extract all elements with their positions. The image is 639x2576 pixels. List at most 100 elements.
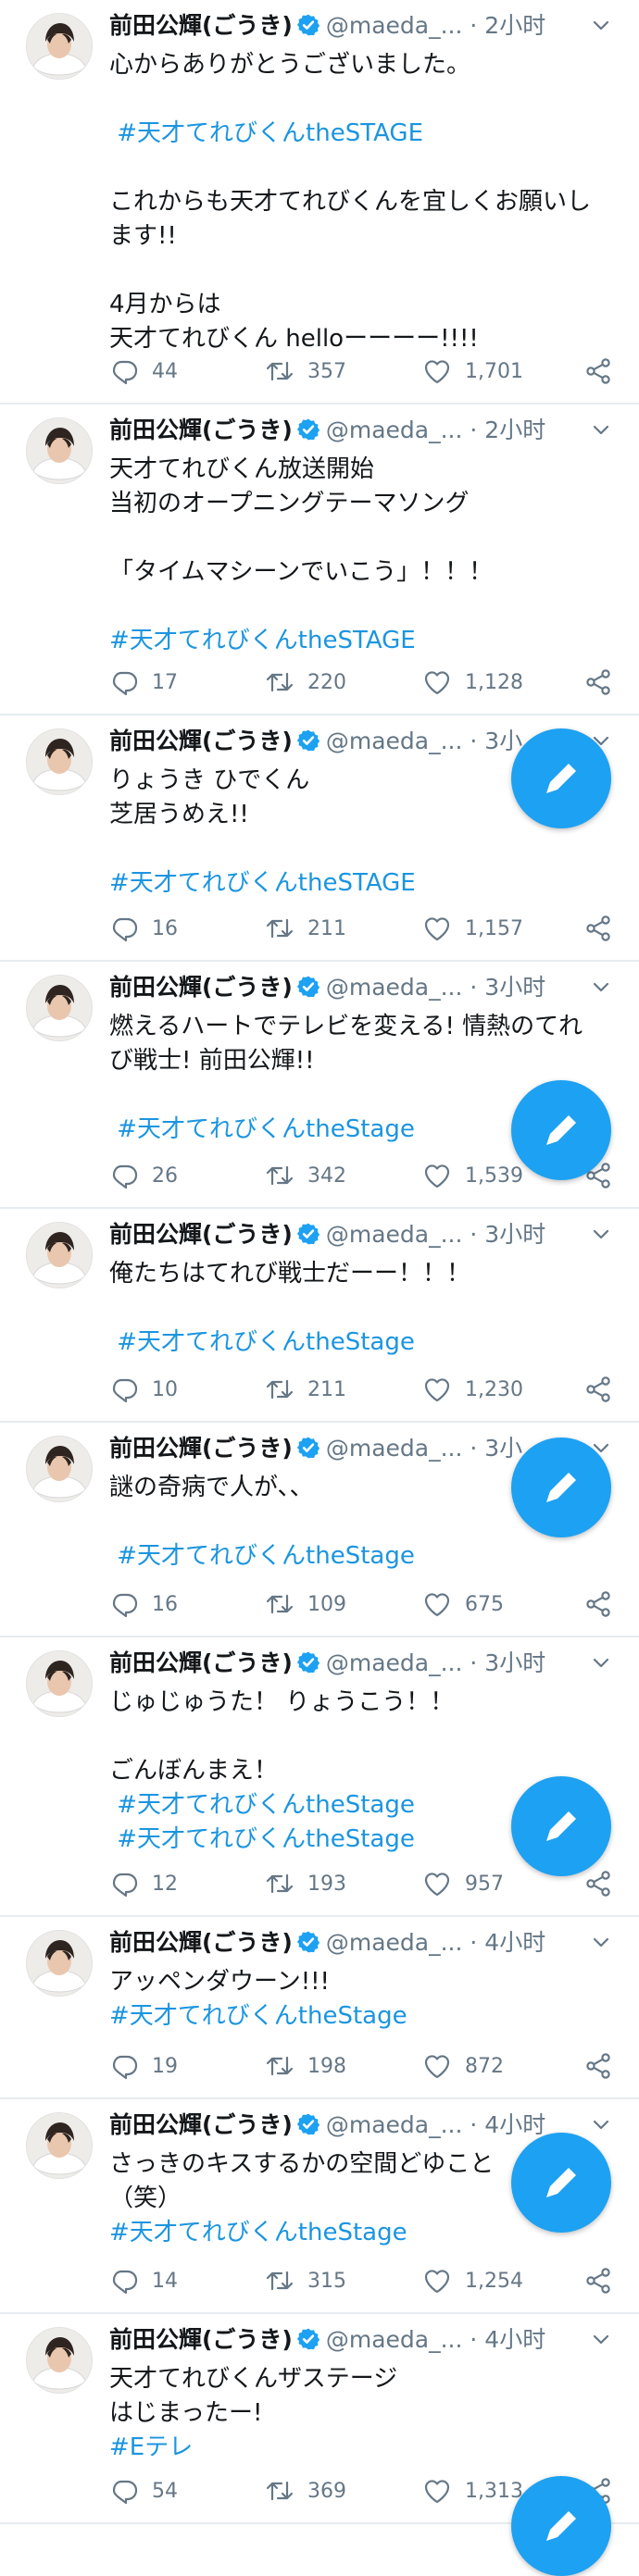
retweet-button[interactable]: 193 — [265, 1867, 346, 1900]
user-handle[interactable]: @maeda_... — [326, 1649, 463, 1676]
chevron-down-icon[interactable] — [591, 15, 611, 35]
chevron-down-icon[interactable] — [591, 419, 611, 440]
share-button[interactable] — [583, 2264, 613, 2297]
reply-button[interactable]: 44 — [109, 355, 178, 388]
tweet[interactable]: 前田公輝(ごうき) @maeda_... · 3小时 じゅじゅうた！ りょうこう！… — [0, 1637, 639, 1917]
tweet-timestamp[interactable]: · 3小时 — [470, 1221, 545, 1248]
reply-button[interactable]: 14 — [109, 2264, 178, 2297]
share-button[interactable] — [583, 355, 613, 388]
reply-button[interactable]: 26 — [109, 1159, 178, 1192]
retweet-button[interactable]: 198 — [265, 2049, 346, 2083]
tweet-timestamp[interactable]: · 3小 — [470, 728, 522, 754]
chevron-down-icon[interactable] — [591, 2114, 611, 2134]
display-name[interactable]: 前田公輝(ごうき) — [109, 1221, 293, 1248]
share-button[interactable] — [583, 1373, 613, 1406]
chevron-down-icon[interactable] — [591, 2329, 611, 2349]
avatar[interactable] — [26, 417, 93, 484]
hashtag-link[interactable]: #天才てれびくんtheSTAGE — [109, 624, 609, 658]
chevron-down-icon[interactable] — [591, 977, 611, 997]
display-name[interactable]: 前田公輝(ごうき) — [109, 1929, 293, 1956]
retweet-button[interactable]: 357 — [265, 355, 346, 388]
retweet-button[interactable]: 211 — [265, 1373, 346, 1406]
avatar[interactable] — [26, 2327, 93, 2394]
user-handle[interactable]: @maeda_... — [326, 1435, 463, 1462]
display-name[interactable]: 前田公輝(ごうき) — [109, 417, 293, 443]
tweet-timestamp[interactable]: · 3小 — [470, 1435, 522, 1462]
compose-tweet-button[interactable] — [511, 728, 611, 828]
tweet[interactable]: 前田公輝(ごうき) @maeda_... · 3小 りょうき ひでくん 芝居うめえ!… — [0, 716, 639, 962]
like-button[interactable]: 1,539 — [422, 1159, 523, 1192]
hashtag-link[interactable]: #天才てれびくんtheSTAGE — [109, 117, 609, 151]
tweet[interactable]: 前田公輝(ごうき) @maeda_... · 4小时 アッペンダウーン!!! #天才… — [0, 1917, 639, 2099]
tweet-timestamp[interactable]: · 2小时 — [470, 12, 545, 39]
avatar[interactable] — [26, 1222, 93, 1288]
hashtag-link[interactable]: #天才てれびくんtheStage — [109, 1539, 609, 1574]
avatar[interactable] — [26, 2112, 93, 2179]
display-name[interactable]: 前田公輝(ごうき) — [109, 974, 293, 1001]
share-button[interactable] — [583, 912, 613, 945]
compose-tweet-button[interactable] — [511, 2133, 611, 2233]
tweet[interactable]: 前田公輝(ごうき) @maeda_... · 3小 謎の奇病で人が、、 #天才てれ… — [0, 1423, 639, 1637]
reply-button[interactable]: 16 — [109, 1587, 178, 1621]
like-button[interactable]: 1,128 — [422, 666, 523, 699]
retweet-button[interactable]: 369 — [265, 2474, 346, 2508]
like-button[interactable]: 1,313 — [422, 2474, 523, 2508]
share-button[interactable] — [583, 1587, 613, 1621]
reply-button[interactable]: 54 — [109, 2474, 178, 2508]
tweet[interactable]: 前田公輝(ごうき) @maeda_... · 2小时 心からありがとうございました… — [0, 0, 639, 404]
tweet-timestamp[interactable]: · 3小时 — [470, 1649, 545, 1676]
chevron-down-icon[interactable] — [591, 1224, 611, 1244]
hashtag-link[interactable]: #天才てれびくんtheStage — [109, 1999, 609, 2034]
display-name[interactable]: 前田公輝(ごうき) — [109, 1649, 293, 1676]
user-handle[interactable]: @maeda_... — [326, 974, 463, 1001]
user-handle[interactable]: @maeda_... — [326, 2326, 463, 2353]
tweet-timestamp[interactable]: · 3小时 — [470, 974, 545, 1001]
compose-tweet-button[interactable] — [511, 2476, 611, 2576]
reply-button[interactable]: 17 — [109, 666, 178, 699]
reply-button[interactable]: 10 — [109, 1373, 178, 1406]
like-button[interactable]: 1,254 — [422, 2264, 523, 2297]
chevron-down-icon[interactable] — [591, 1652, 611, 1673]
hashtag-link[interactable]: #天才てれびくんtheStage — [109, 1325, 609, 1360]
like-button[interactable]: 675 — [422, 1587, 504, 1621]
chevron-down-icon[interactable] — [591, 1932, 611, 1952]
tweet[interactable]: 前田公輝(ごうき) @maeda_... · 4小时 天才てれびくんザステージ はじ… — [0, 2314, 639, 2576]
tweet[interactable]: 前田公輝(ごうき) @maeda_... · 3小时 俺たちはてれび戦士だーー！！… — [0, 1209, 639, 1423]
share-button[interactable] — [583, 2049, 613, 2083]
like-button[interactable]: 1,230 — [422, 1373, 523, 1406]
retweet-button[interactable]: 315 — [265, 2264, 346, 2297]
retweet-button[interactable]: 220 — [265, 666, 346, 699]
retweet-button[interactable]: 211 — [265, 912, 346, 945]
compose-tweet-button[interactable] — [511, 1776, 611, 1876]
display-name[interactable]: 前田公輝(ごうき) — [109, 12, 293, 39]
avatar[interactable] — [26, 975, 93, 1041]
reply-button[interactable]: 12 — [109, 1867, 178, 1900]
hashtag-link[interactable]: #天才てれびくんtheSTAGE — [109, 866, 609, 901]
user-handle[interactable]: @maeda_... — [326, 1221, 463, 1248]
share-button[interactable] — [583, 666, 613, 699]
like-button[interactable]: 1,157 — [422, 912, 523, 945]
compose-tweet-button[interactable] — [511, 1437, 611, 1537]
tweet[interactable]: 前田公輝(ごうき) @maeda_... · 3小时 燃えるハートでテレビを変える… — [0, 962, 639, 1209]
compose-tweet-button[interactable] — [511, 1080, 611, 1180]
tweet-timestamp[interactable]: · 4小时 — [470, 2326, 545, 2353]
like-button[interactable]: 1,701 — [422, 355, 523, 388]
display-name[interactable]: 前田公輝(ごうき) — [109, 2326, 293, 2353]
retweet-button[interactable]: 109 — [265, 1587, 346, 1621]
user-handle[interactable]: @maeda_... — [326, 417, 463, 443]
tweet-timestamp[interactable]: · 4小时 — [470, 2111, 545, 2138]
user-handle[interactable]: @maeda_... — [326, 1929, 463, 1956]
display-name[interactable]: 前田公輝(ごうき) — [109, 2111, 293, 2138]
user-handle[interactable]: @maeda_... — [326, 728, 463, 754]
avatar[interactable] — [26, 1650, 93, 1717]
tweet[interactable]: 前田公輝(ごうき) @maeda_... · 4小时 さっきのキスするかの空間どゆ… — [0, 2099, 639, 2314]
tweet-timestamp[interactable]: · 4小时 — [470, 1929, 545, 1956]
like-button[interactable]: 872 — [422, 2049, 504, 2083]
share-button[interactable] — [583, 1867, 613, 1900]
user-handle[interactable]: @maeda_... — [326, 12, 463, 39]
tweet[interactable]: 前田公輝(ごうき) @maeda_... · 2小时 天才てれびくん放送開始 当初の… — [0, 404, 639, 716]
like-button[interactable]: 957 — [422, 1867, 504, 1900]
avatar[interactable] — [26, 1930, 93, 1997]
reply-button[interactable]: 19 — [109, 2049, 178, 2083]
user-handle[interactable]: @maeda_... — [326, 2111, 463, 2138]
